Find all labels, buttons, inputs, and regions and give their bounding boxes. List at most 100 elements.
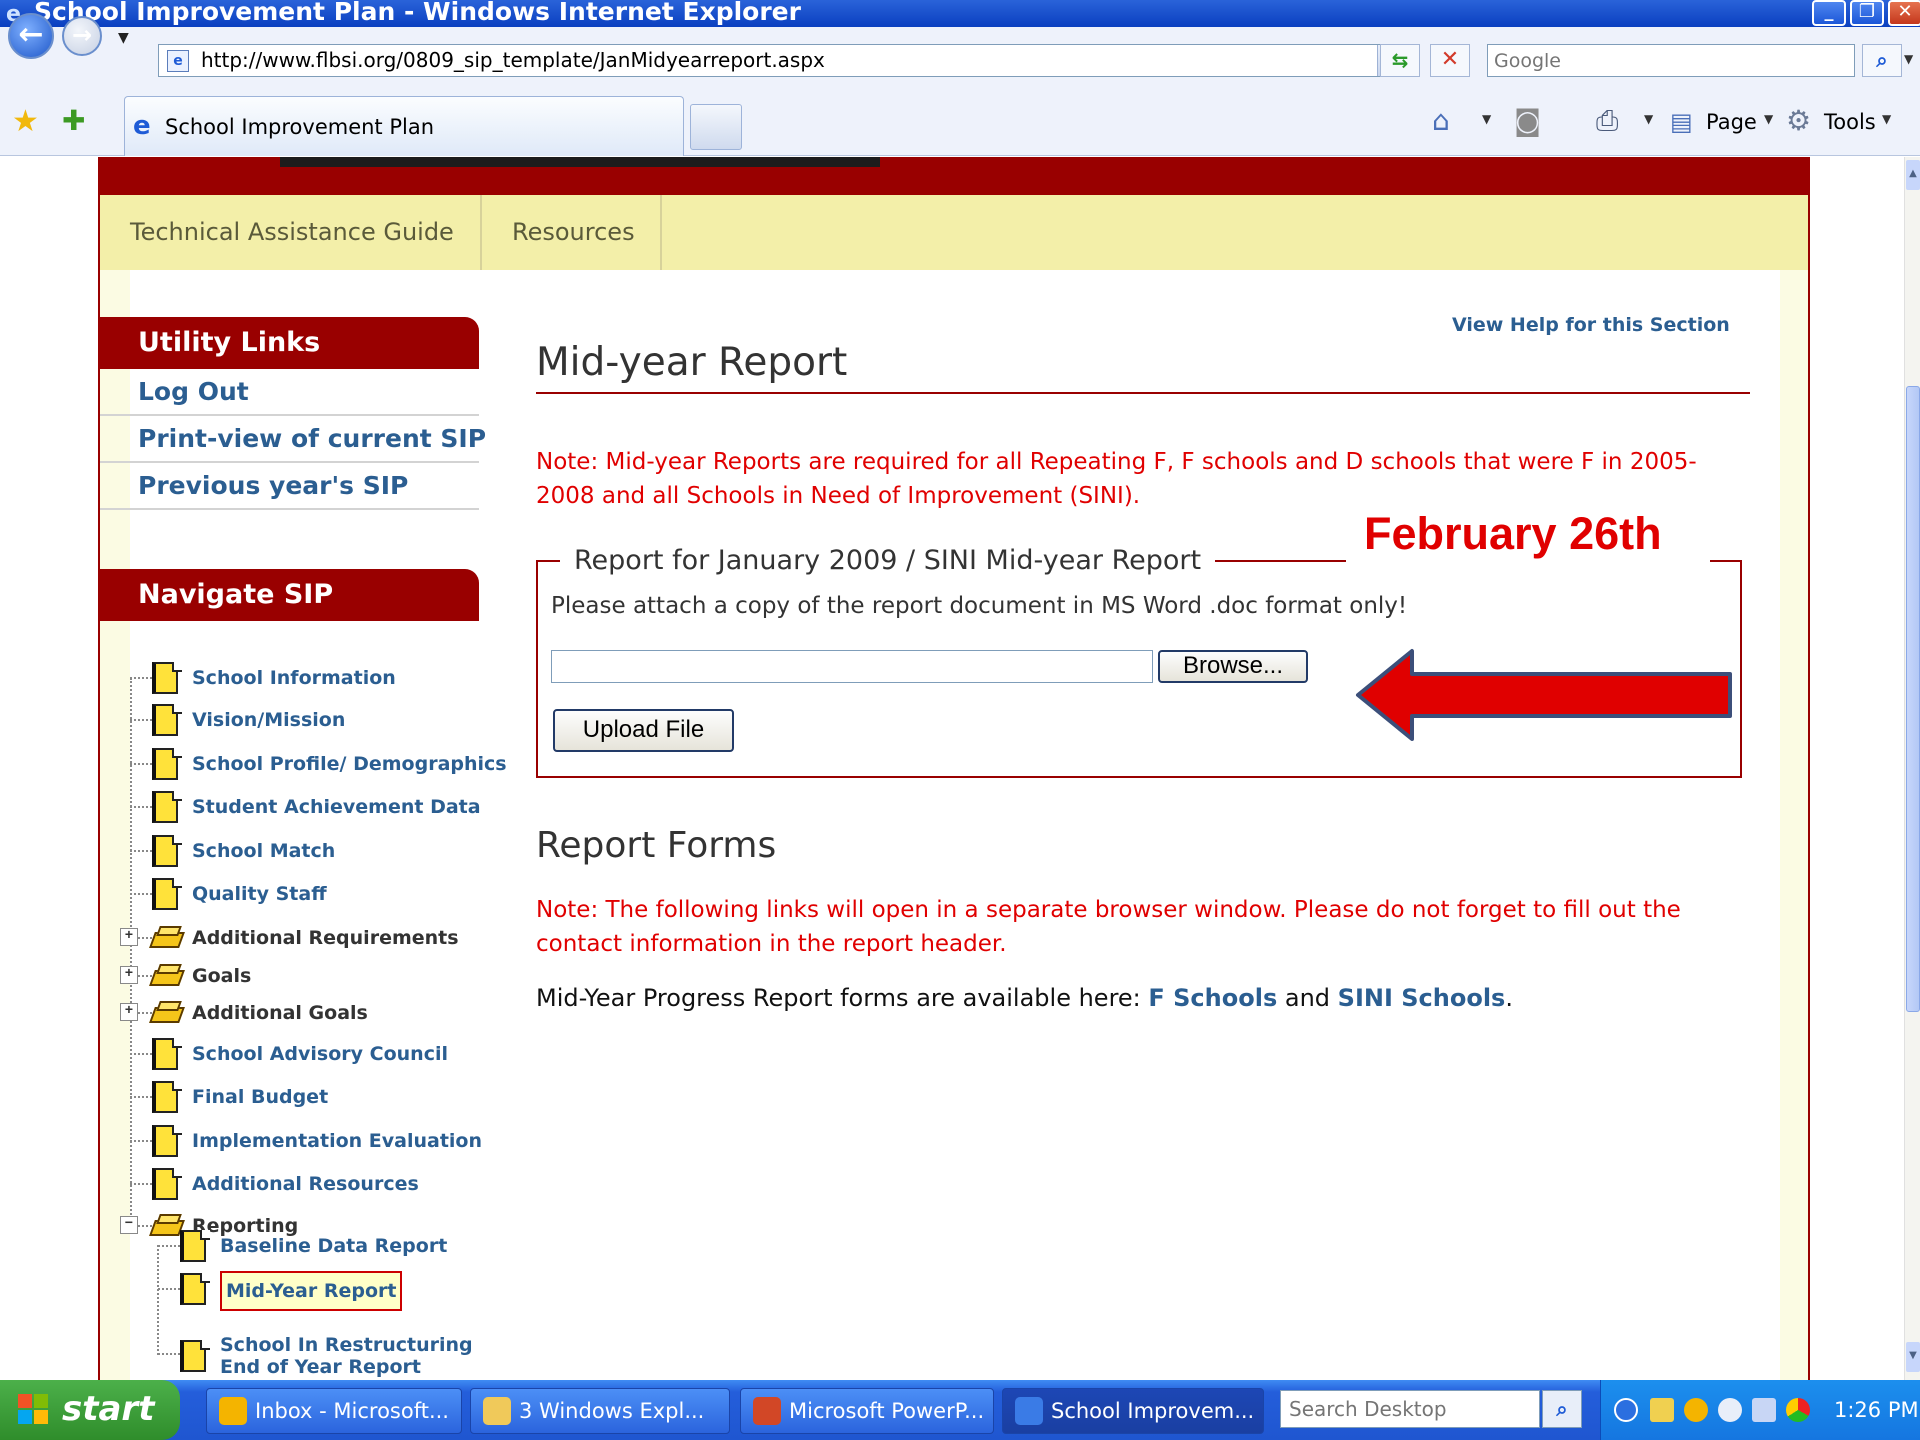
previous-year-sip-link[interactable]: Previous year's SIP [100, 463, 479, 510]
sini-schools-link[interactable]: SINI Schools [1338, 984, 1506, 1012]
app-tray-icon[interactable] [1786, 1398, 1810, 1422]
task-ie-school-improvement[interactable]: School Improvem... [1002, 1388, 1264, 1434]
new-tab-button[interactable] [690, 104, 742, 150]
desktop-search-icon[interactable]: ⌕ [1542, 1390, 1582, 1428]
page-menu[interactable]: Page [1706, 100, 1757, 144]
start-button[interactable]: start [0, 1380, 180, 1440]
nav-divider [480, 195, 482, 270]
feeds-icon[interactable]: ◙ [1514, 104, 1541, 137]
document-icon [152, 662, 182, 694]
outlook-icon [219, 1397, 247, 1425]
task-explorer-label: 3 Windows Expl... [519, 1399, 705, 1423]
print-icon[interactable]: ⎙ [1596, 104, 1618, 138]
refresh-button[interactable]: ⇆ [1380, 44, 1420, 77]
tree-item-label[interactable]: School Profile/ Demographics [192, 744, 507, 784]
tree-item-label[interactable]: End of Year Report [220, 1356, 421, 1378]
tree-item-label[interactable]: Additional Goals [192, 993, 368, 1033]
nav-resources[interactable]: Resources [512, 195, 635, 270]
expand-icon[interactable]: + [120, 928, 138, 946]
tree-item-label[interactable]: Baseline Data Report [220, 1226, 447, 1266]
midyear-note-line1: Note: Mid-year Reports are required for … [536, 449, 1697, 475]
print-view-link[interactable]: Print-view of current SIP [100, 416, 486, 463]
print-dropdown-icon[interactable]: ▼ [1644, 112, 1653, 126]
search-icon[interactable]: ⌕ [1862, 44, 1902, 77]
search-tray-icon[interactable] [1718, 1398, 1742, 1422]
powerpoint-icon [753, 1397, 781, 1425]
tree-item-label[interactable]: School In Restructuring [220, 1334, 473, 1356]
tools-gear-icon[interactable]: ⚙ [1786, 104, 1811, 137]
restore-button[interactable]: ❐ [1850, 0, 1884, 26]
desktop-search-input[interactable] [1281, 1391, 1539, 1427]
collapse-icon[interactable]: − [120, 1216, 138, 1234]
utility-links-header: Utility Links [100, 317, 479, 369]
page-menu-icon[interactable]: ▤ [1670, 108, 1693, 136]
scroll-thumb[interactable] [1906, 386, 1920, 1012]
tree-item-label[interactable]: School Match [192, 831, 335, 871]
tree-branch [158, 1288, 180, 1290]
f-schools-link[interactable]: F Schools [1148, 984, 1277, 1012]
ie-task-icon [1015, 1397, 1043, 1425]
site-banner [100, 157, 1810, 195]
scroll-up-icon[interactable]: ▲ [1906, 160, 1920, 190]
stop-button[interactable]: ✕ [1430, 44, 1470, 77]
browse-button[interactable]: Browse... [1158, 650, 1308, 683]
history-dropdown-icon[interactable]: ▼ [118, 30, 129, 46]
tree-item-label[interactable]: School Advisory Council [192, 1034, 448, 1074]
forward-button[interactable]: → [62, 16, 102, 56]
tree-branch [158, 1245, 180, 1247]
search-box[interactable] [1487, 44, 1855, 77]
tree-item-label[interactable]: Additional Requirements [192, 918, 459, 958]
address-bar[interactable]: e http://www.flbsi.org/0809_sip_template… [158, 44, 1408, 77]
search-options-dropdown-icon[interactable]: ▼ [1904, 52, 1913, 66]
favorites-star-icon[interactable]: ★ [12, 104, 39, 139]
banner-image [280, 157, 880, 167]
logout-link[interactable]: Log Out [100, 369, 479, 416]
home-dropdown-icon[interactable]: ▼ [1482, 112, 1491, 126]
fieldset-legend: Report for January 2009 / SINI Mid-year … [560, 545, 1216, 576]
tree-branch [130, 719, 152, 721]
start-label: start [62, 1389, 155, 1429]
tree-item-label[interactable]: School Information [192, 658, 396, 698]
tree-item-label[interactable]: Quality Staff [192, 874, 327, 914]
tools-dropdown-icon[interactable]: ▼ [1882, 112, 1891, 126]
tab-school-improvement-plan[interactable]: e School Improvement Plan [124, 96, 684, 156]
search-input[interactable] [1488, 45, 1854, 76]
tools-menu[interactable]: Tools [1824, 100, 1876, 144]
close-button[interactable]: ✕ [1888, 0, 1920, 26]
view-help-link[interactable]: View Help for this Section [1452, 314, 1730, 336]
nav-technical-assistance-guide[interactable]: Technical Assistance Guide [130, 195, 454, 270]
document-icon [152, 748, 182, 780]
back-button[interactable]: ← [8, 13, 54, 59]
tree-item-label[interactable]: Additional Resources [192, 1164, 419, 1204]
tree-item-label[interactable]: Final Budget [192, 1077, 328, 1117]
expand-icon[interactable]: + [120, 966, 138, 984]
window-title-bar[interactable]: e School Improvement Plan - Windows Inte… [0, 0, 1920, 27]
tree-branch [130, 893, 152, 895]
add-favorite-icon[interactable]: ✚ [62, 104, 85, 137]
scroll-down-icon[interactable]: ▼ [1906, 1342, 1920, 1372]
page-dropdown-icon[interactable]: ▼ [1764, 112, 1773, 126]
mail-icon[interactable] [1650, 1398, 1674, 1422]
file-path-input[interactable] [551, 650, 1153, 683]
document-icon [152, 835, 182, 867]
home-icon[interactable]: ⌂ [1432, 104, 1450, 137]
outlook-tray-icon[interactable] [1684, 1398, 1708, 1422]
minimize-button[interactable]: _ [1812, 0, 1846, 26]
document-icon [180, 1230, 210, 1262]
task-powerpoint[interactable]: Microsoft PowerP... [740, 1388, 994, 1434]
tree-item-label[interactable]: Student Achievement Data [192, 787, 481, 827]
current-page-item[interactable]: Mid-Year Report [220, 1271, 403, 1311]
address-url[interactable]: http://www.flbsi.org/0809_sip_template/J… [201, 45, 825, 76]
task-windows-explorer[interactable]: 3 Windows Expl... [470, 1388, 730, 1434]
desktop-search-box[interactable] [1280, 1390, 1540, 1428]
expand-icon[interactable]: + [120, 1003, 138, 1021]
tree-item-label[interactable]: Implementation Evaluation [192, 1121, 482, 1161]
task-inbox-label: Inbox - Microsoft... [255, 1399, 449, 1423]
network-icon[interactable] [1752, 1398, 1776, 1422]
forms-note-line2: contact information in the report header… [536, 931, 1007, 957]
upload-file-button[interactable]: Upload File [553, 709, 734, 752]
tray-expand-icon[interactable] [1614, 1398, 1638, 1422]
tree-item-label[interactable]: Goals [192, 956, 251, 996]
task-inbox[interactable]: Inbox - Microsoft... [206, 1388, 462, 1434]
tree-item-label[interactable]: Vision/Mission [192, 700, 345, 740]
